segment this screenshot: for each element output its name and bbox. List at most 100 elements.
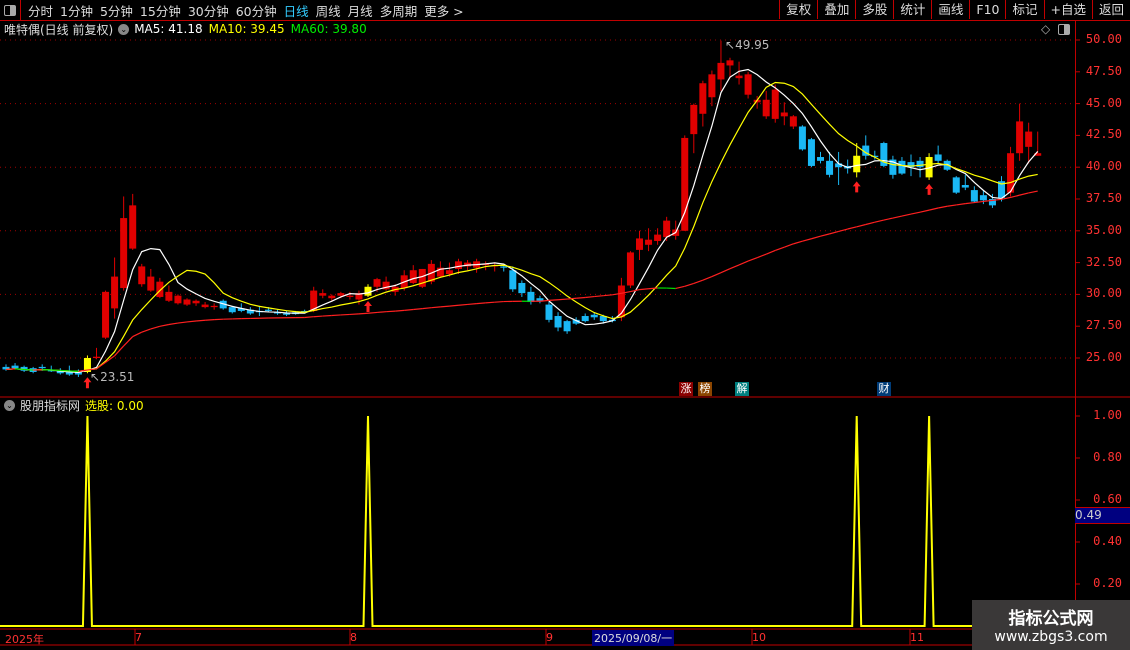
watermark-url: www.zbgs3.com (994, 629, 1108, 645)
ma60-segment (947, 204, 957, 207)
event-tag[interactable]: 解 (735, 382, 749, 396)
ma60-segment (24, 368, 34, 371)
down-candle (961, 185, 969, 188)
up-candle (455, 261, 462, 269)
down-candle (38, 366, 46, 369)
ma60-segment (132, 331, 143, 338)
up-candle (111, 276, 119, 309)
ma60-segment (856, 223, 866, 228)
down-candle (536, 298, 544, 301)
price-tick-label: 45.00 (1085, 95, 1122, 110)
down-candle (952, 177, 960, 193)
up-candle (1016, 121, 1024, 154)
ma60-segment (422, 307, 432, 310)
indicator-name: 股朋指标网 (20, 399, 81, 413)
high-price-label: ↖49.95 (725, 38, 770, 52)
ma60-segment (829, 230, 839, 235)
ma60-segment (820, 233, 830, 237)
ma60-segment (956, 203, 966, 206)
down-candle (898, 160, 906, 174)
price-tick-label: 27.50 (1085, 318, 1122, 333)
ma60-segment (114, 345, 125, 357)
up-candle (780, 112, 788, 117)
down-candle (527, 291, 535, 303)
ma60-segment (367, 311, 378, 314)
up-candle (373, 279, 381, 287)
up-candle (201, 304, 209, 308)
up-candle (445, 270, 453, 275)
down-candle (807, 139, 815, 166)
price-tick-label: 42.50 (1085, 127, 1122, 142)
up-candle (102, 291, 110, 338)
ma60-segment (974, 200, 984, 204)
up-candle (636, 238, 643, 250)
time-axis-label: 10 (752, 631, 766, 644)
ma60-segment (675, 285, 685, 290)
event-tag[interactable]: 涨 (679, 382, 693, 396)
down-candle (283, 313, 291, 315)
ma60-segment (919, 209, 930, 213)
ma10-line (5, 81, 1038, 372)
up-candle (708, 74, 716, 98)
ma60-segment (494, 300, 504, 303)
up-candle (699, 83, 707, 114)
ma60-segment (548, 299, 559, 301)
ma60-segment (458, 303, 468, 306)
up-candle (409, 270, 417, 283)
price-tick-label: 30.00 (1085, 286, 1122, 301)
kline-chart[interactable] (0, 0, 1130, 650)
ma60-segment (693, 279, 704, 285)
ma60-segment (711, 272, 722, 278)
up-candle (174, 295, 182, 304)
down-candle (826, 160, 834, 175)
up-candle (789, 116, 797, 127)
up-candle (192, 300, 200, 304)
indicator-tick-label: 0.60 (1093, 492, 1122, 506)
event-tag[interactable]: 财 (877, 382, 891, 396)
ma60-segment (322, 314, 332, 317)
price-tick-label: 37.50 (1085, 191, 1122, 205)
cursor-value-badge: 0.49 (1075, 507, 1130, 524)
up-candle (328, 295, 336, 299)
ma60-segment (467, 303, 477, 306)
ma60-segment (775, 246, 785, 252)
ma60-segment (1019, 192, 1029, 196)
ma60-segment (395, 309, 405, 312)
low-price-label: ↖23.51 (90, 370, 135, 384)
down-candle (581, 316, 589, 322)
ma60-segment (123, 336, 134, 347)
ma60-segment (892, 215, 903, 219)
ma60-segment (313, 315, 323, 318)
ma60-segment (938, 205, 948, 209)
down-candle (500, 266, 508, 268)
event-tag[interactable]: 榜 (698, 382, 712, 396)
watermark-title: 指标公式网 (1008, 609, 1094, 629)
up-candle (210, 305, 218, 308)
indicator-line (0, 415, 1038, 627)
ma60-segment (485, 301, 495, 304)
up-candle (319, 293, 327, 296)
cursor-date-badge: 2025/09/08/一 (592, 630, 675, 646)
down-candle (934, 154, 942, 161)
ma60-segment (756, 253, 767, 259)
down-candle (545, 304, 553, 320)
ma60-segment (476, 302, 486, 305)
down-candle (916, 160, 924, 168)
up-candle (147, 276, 155, 291)
ma60-segment (440, 305, 450, 308)
ma60-segment (567, 297, 577, 300)
down-candle (563, 321, 571, 332)
signal-candle (853, 155, 861, 173)
up-candle (183, 299, 191, 305)
time-axis-label: 7 (135, 631, 142, 644)
ma60-segment (141, 328, 152, 333)
ma60-segment (5, 368, 16, 371)
up-candle (138, 266, 146, 285)
ma60-segment (793, 240, 803, 245)
up-candle (735, 75, 743, 79)
ma60-segment (747, 257, 758, 262)
down-candle (590, 314, 598, 318)
chevron-down-icon[interactable]: ⌄ (4, 400, 15, 411)
ma60-segment (847, 226, 857, 230)
ma60-segment (802, 238, 812, 242)
